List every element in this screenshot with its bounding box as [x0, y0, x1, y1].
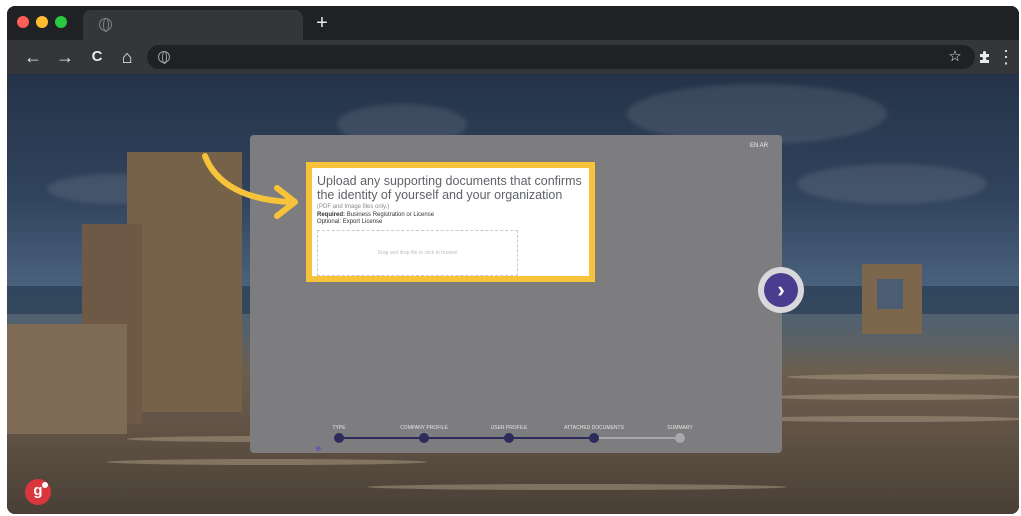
- required-label: Required:: [317, 212, 346, 218]
- step-dot-summary[interactable]: [675, 433, 685, 443]
- tab-strip: +: [7, 6, 1019, 40]
- dropzone-text: Drag and drop file or click to browse: [377, 250, 458, 256]
- step-dot-attached-documents[interactable]: [589, 433, 599, 443]
- step-label-user-profile: USER PROFILE: [490, 425, 528, 431]
- bookmark-star-icon[interactable]: ☆: [943, 45, 967, 69]
- puzzle-icon[interactable]: [973, 45, 997, 69]
- page-viewport: EN AR Upload any supporting documents th…: [7, 74, 1019, 514]
- registration-modal: EN AR Upload any supporting documents th…: [250, 135, 782, 453]
- progress-stepper: TYPE COMPANY PROFILE USER PROFILE ATTACH…: [250, 415, 782, 453]
- maximize-window-button[interactable]: [55, 16, 67, 28]
- step-marker-icon: [316, 446, 321, 451]
- upload-title: Upload any supporting documents that con…: [317, 174, 582, 202]
- globe-icon: [158, 51, 170, 64]
- back-button[interactable]: ←: [21, 45, 45, 69]
- required-docs: Required: Business Registration or Licen…: [317, 212, 434, 218]
- stepper-line-done: [339, 437, 594, 439]
- close-window-button[interactable]: [17, 16, 29, 28]
- chevron-right-icon: ›: [764, 273, 798, 307]
- language-toggle[interactable]: EN AR: [750, 143, 768, 149]
- step-dot-type[interactable]: [334, 433, 344, 443]
- annotation-arrow-icon: [202, 153, 298, 219]
- file-type-note: (PDF and Image files only.): [317, 204, 390, 210]
- menu-icon[interactable]: ⋮: [997, 45, 1015, 69]
- step-dot-company-profile[interactable]: [419, 433, 429, 443]
- optional-value: Export License: [342, 219, 383, 225]
- browser-tab[interactable]: [83, 10, 303, 40]
- file-dropzone[interactable]: Drag and drop file or click to browse: [317, 230, 518, 276]
- required-value: Business Registration or License: [346, 212, 435, 218]
- upload-section-highlight: Upload any supporting documents that con…: [306, 162, 595, 282]
- step-label-summary: SUMMARY: [667, 425, 693, 431]
- address-bar[interactable]: [147, 45, 975, 69]
- globe-icon: [99, 18, 112, 32]
- stepper-line-pending: [594, 437, 680, 439]
- step-label-company-profile: COMPANY PROFILE: [400, 425, 448, 431]
- brand-logo[interactable]: g: [25, 479, 51, 505]
- browser-window: + ← → C ⌂ ☆ ⋮ EN AR Upload any supportin…: [7, 6, 1019, 514]
- step-label-attached-documents: ATTACHED DOCUMENTS: [564, 425, 624, 431]
- reload-button[interactable]: C: [85, 45, 109, 69]
- step-label-type: TYPE: [332, 425, 346, 431]
- optional-docs: Optional: Export License: [317, 219, 382, 225]
- optional-label: Optional:: [317, 219, 342, 225]
- home-button[interactable]: ⌂: [115, 45, 139, 69]
- minimize-window-button[interactable]: [36, 16, 48, 28]
- logo-dot-icon: [42, 482, 48, 488]
- next-button[interactable]: ›: [758, 267, 804, 313]
- browser-toolbar: ← → C ⌂ ☆ ⋮: [7, 40, 1019, 74]
- new-tab-button[interactable]: +: [309, 10, 335, 36]
- step-dot-user-profile[interactable]: [504, 433, 514, 443]
- forward-button[interactable]: →: [53, 45, 77, 69]
